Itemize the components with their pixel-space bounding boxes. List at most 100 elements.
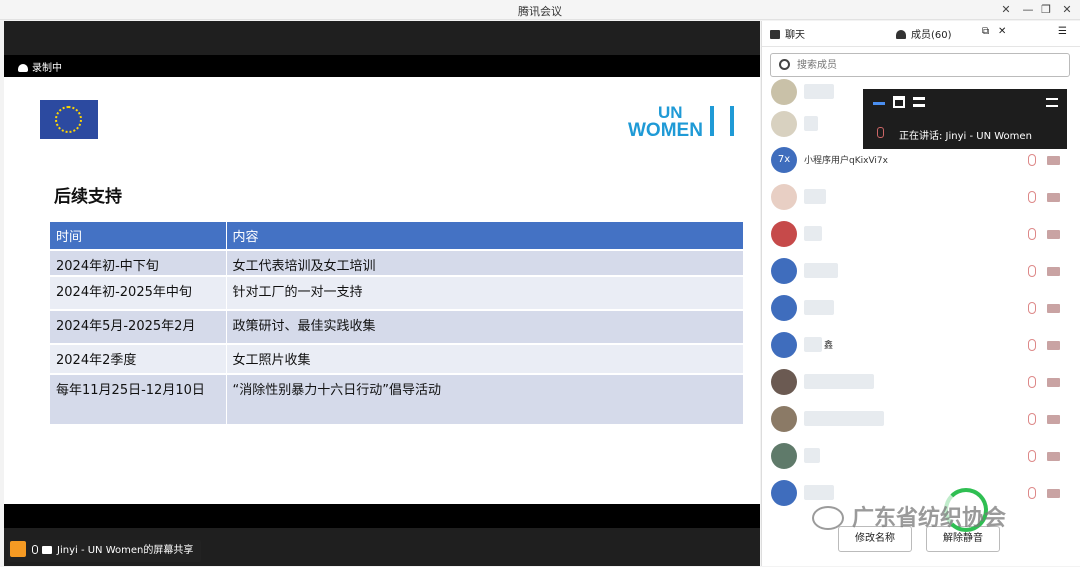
chat-icon xyxy=(770,30,780,39)
speaking-text: 正在讲话: Jinyi - UN Women xyxy=(899,131,1032,142)
member-name-obscured xyxy=(804,485,834,500)
tab-members[interactable]: 成员(60) xyxy=(896,26,952,41)
screen-share-icon xyxy=(42,546,52,554)
panel-tabs: 聊天 成员(60) ⧉ ✕ ☰ xyxy=(762,21,1080,47)
screen-share-label: Jinyi - UN Women的屏幕共享 xyxy=(8,540,202,562)
cloud-record-icon xyxy=(18,64,28,72)
member-name: 小程序用户qKixVi7x xyxy=(804,156,888,166)
mic-off-icon[interactable] xyxy=(1028,376,1036,388)
restore-icon[interactable]: ❐ xyxy=(1036,1,1056,19)
minimize-icon[interactable]: — xyxy=(1018,1,1038,19)
close-tab-icon[interactable]: ✕ xyxy=(998,26,1006,37)
member-avatar xyxy=(771,79,797,105)
member-row[interactable]: 鑫 xyxy=(762,328,1080,364)
table-row: 2024年初-2025年中旬 针对工厂的一对一支持 xyxy=(50,275,744,310)
table-header-time: 时间 xyxy=(50,222,227,250)
mic-off-icon[interactable] xyxy=(1028,265,1036,277)
member-name-obscured xyxy=(804,374,874,389)
table-cell-content: 针对工厂的一对一支持 xyxy=(226,275,744,310)
member-avatar xyxy=(771,295,797,321)
camera-off-icon[interactable] xyxy=(1047,304,1060,313)
member-avatar xyxy=(771,406,797,432)
member-avatar xyxy=(771,184,797,210)
speaking-popup: 正在讲话: Jinyi - UN Women xyxy=(863,89,1067,149)
member-name-obscured xyxy=(804,411,884,426)
slide-heading: 后续支持 xyxy=(54,187,122,207)
mic-off-icon[interactable] xyxy=(1028,302,1036,314)
menu-icon[interactable]: ☰ xyxy=(1058,26,1067,37)
camera-off-icon[interactable] xyxy=(1047,193,1060,202)
mic-off-icon[interactable] xyxy=(1028,450,1036,462)
recording-bar: 录制中 xyxy=(4,55,760,77)
member-row[interactable] xyxy=(762,217,1080,253)
mic-off-icon[interactable] xyxy=(1028,191,1036,203)
mic-off-icon[interactable] xyxy=(1028,487,1036,499)
member-name-obscured xyxy=(804,263,838,278)
camera-off-icon[interactable] xyxy=(1047,230,1060,239)
presenter-avatar-icon xyxy=(10,541,26,557)
microphone-icon xyxy=(32,545,38,554)
member-avatar: 7x xyxy=(771,147,797,173)
camera-off-icon[interactable] xyxy=(1047,378,1060,387)
table-row: 2024年初-中下旬 女工代表培训及女工培训 xyxy=(50,249,744,276)
recording-indicator[interactable]: 录制中 xyxy=(18,59,62,74)
window-close-icon[interactable]: ✕ xyxy=(1057,1,1077,19)
close-panel-icon[interactable]: ✕ xyxy=(996,1,1016,19)
member-avatar xyxy=(771,332,797,358)
table-cell-time: 2024年2季度 xyxy=(50,343,227,374)
mic-off-icon[interactable] xyxy=(1028,228,1036,240)
member-row[interactable] xyxy=(762,180,1080,216)
mic-off-icon[interactable] xyxy=(1028,339,1036,351)
member-row[interactable] xyxy=(762,365,1080,401)
tab-members-label: 成员(60) xyxy=(911,30,952,41)
tab-chat[interactable]: 聊天 xyxy=(770,26,805,41)
member-row[interactable] xyxy=(762,402,1080,438)
table-cell-time: 2024年初-2025年中旬 xyxy=(50,275,227,310)
minimize-icon[interactable] xyxy=(873,102,885,105)
member-row[interactable] xyxy=(762,291,1080,327)
tab-chat-label: 聊天 xyxy=(785,30,805,41)
member-name-obscured xyxy=(804,116,818,131)
camera-off-icon[interactable] xyxy=(1047,489,1060,498)
watermark-text: 广东省纺织协会 xyxy=(852,506,1007,531)
window-title: 腾讯会议 xyxy=(518,5,562,18)
member-name-obscured xyxy=(804,84,834,99)
camera-off-icon[interactable] xyxy=(1047,341,1060,350)
member-avatar xyxy=(771,221,797,247)
screen-share-text: Jinyi - UN Women的屏幕共享 xyxy=(57,545,194,556)
schedule-table: 时间 内容 2024年初-中下旬 女工代表培训及女工培训 2024年初-2025… xyxy=(50,222,744,424)
shared-screen-area: 录制中 UN WOMEN 后续支持 时间 内容 2024年初-中下旬 女工代表培… xyxy=(4,21,760,566)
table-row: 每年11月25日-12月10日 “消除性别暴力十六日行动”倡导活动 xyxy=(50,373,744,424)
camera-off-icon[interactable] xyxy=(1047,452,1060,461)
collapse-icon[interactable] xyxy=(1046,98,1058,107)
un-women-logo: UN WOMEN xyxy=(628,103,736,141)
table-cell-time: 2024年5月-2025年2月 xyxy=(50,309,227,344)
table-cell-content: 女工代表培训及女工培训 xyxy=(226,249,744,276)
member-row[interactable] xyxy=(762,254,1080,290)
window-icon[interactable] xyxy=(893,96,905,108)
member-avatar xyxy=(771,480,797,506)
camera-off-icon[interactable] xyxy=(1047,267,1060,276)
popout-icon[interactable]: ⧉ xyxy=(982,26,989,37)
member-name-obscured xyxy=(804,448,820,463)
un-women-mark-icon xyxy=(710,106,734,136)
table-row: 2024年5月-2025年2月 政策研讨、最佳实践收集 xyxy=(50,309,744,344)
member-name-obscured xyxy=(804,337,822,352)
presentation-slide: UN WOMEN 后续支持 时间 内容 2024年初-中下旬 女工代表培训及女工… xyxy=(4,77,760,504)
speaker-mic-icon xyxy=(877,127,884,138)
table-cell-content: 政策研讨、最佳实践收集 xyxy=(226,309,744,344)
list-icon[interactable] xyxy=(913,97,925,107)
mic-off-icon[interactable] xyxy=(1028,154,1036,166)
member-avatar xyxy=(771,369,797,395)
member-search-input[interactable] xyxy=(797,57,1057,73)
window-title-bar: 腾讯会议 ✕ — ❐ ✕ xyxy=(0,0,1080,20)
member-search-box[interactable] xyxy=(770,53,1070,77)
member-row[interactable] xyxy=(762,439,1080,475)
camera-off-icon[interactable] xyxy=(1047,415,1060,424)
mic-off-icon[interactable] xyxy=(1028,413,1036,425)
camera-off-icon[interactable] xyxy=(1047,156,1060,165)
table-header-row: 时间 内容 xyxy=(50,222,744,250)
eu-flag-logo xyxy=(40,100,98,139)
logo-line2: WOMEN xyxy=(628,120,703,141)
wechat-icon xyxy=(812,506,844,530)
